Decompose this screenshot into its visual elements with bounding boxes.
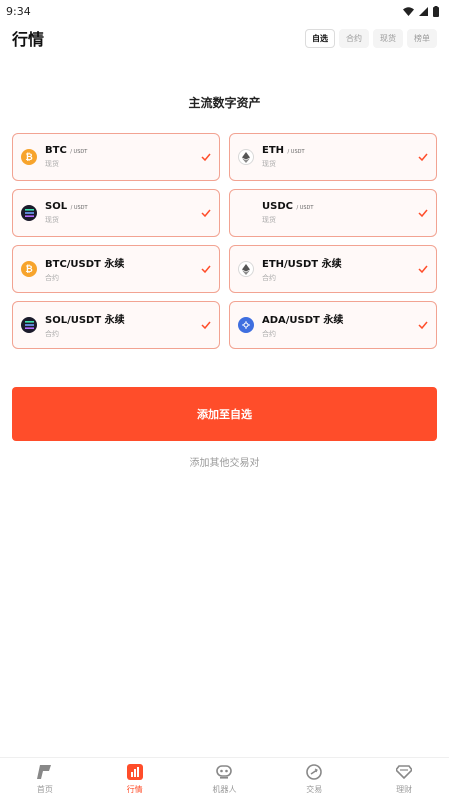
asset-name: ETH/USDT 永续 — [262, 259, 342, 270]
nav-label: 理财 — [396, 785, 413, 794]
solana-icon — [21, 205, 37, 221]
asset-card-ada-perp[interactable]: ADA/USDT 永续 合约 — [229, 301, 437, 349]
asset-name: ETH — [262, 145, 285, 156]
asset-type: 现货 — [262, 216, 276, 224]
check-icon — [201, 153, 211, 162]
header: 行情 自选 合约 现货 榜单 — [0, 24, 449, 52]
asset-card-btc-perp[interactable]: ₿ BTC/USDT 永续 合约 — [12, 245, 220, 293]
bitcoin-icon: ₿ — [21, 149, 37, 165]
asset-card-sol-perp[interactable]: SOL/USDT 永续 合约 — [12, 301, 220, 349]
home-icon — [36, 763, 54, 781]
tab-spot[interactable]: 现货 — [373, 28, 403, 48]
asset-type: 合约 — [45, 274, 59, 282]
asset-name: SOL — [45, 201, 68, 212]
section-title: 主流数字资产 — [188, 96, 261, 110]
asset-name: USDC — [262, 201, 293, 212]
check-icon — [201, 321, 211, 330]
asset-type: 现货 — [262, 160, 276, 168]
asset-card-eth[interactable]: ETH / USDT 现货 — [229, 133, 437, 181]
solana-icon — [21, 317, 37, 333]
asset-type: 现货 — [45, 160, 59, 168]
check-icon — [201, 209, 211, 218]
asset-quote: / USDT — [287, 149, 305, 155]
robot-icon — [215, 763, 233, 781]
wifi-icon — [403, 6, 414, 16]
asset-name: SOL/USDT 永续 — [45, 315, 125, 326]
market-tabs: 自选 合约 现货 榜单 — [305, 28, 437, 48]
asset-name: BTC/USDT 永续 — [45, 259, 125, 270]
add-to-watchlist-button[interactable]: 添加至自选 — [12, 387, 437, 441]
nav-label: 机器人 — [212, 785, 237, 794]
asset-card-btc[interactable]: ₿ BTC / USDT 现货 — [12, 133, 220, 181]
check-icon — [418, 321, 428, 330]
asset-card-sol[interactable]: SOL / USDT 现货 — [12, 189, 220, 237]
asset-type: 合约 — [45, 330, 59, 338]
check-icon — [418, 153, 428, 162]
battery-icon — [433, 5, 439, 17]
status-bar: 9:34 — [0, 0, 449, 22]
nav-label: 行情 — [126, 785, 143, 794]
status-icons — [403, 5, 439, 17]
bottom-nav: 首页 行情 机器人 交易 理财 — [0, 757, 449, 800]
signal-icon — [419, 6, 428, 16]
nav-label: 首页 — [36, 785, 53, 794]
asset-name: ADA/USDT 永续 — [262, 315, 344, 326]
check-icon — [418, 209, 428, 218]
check-icon — [418, 265, 428, 274]
nav-finance[interactable]: 理财 — [359, 758, 449, 800]
market-icon — [126, 763, 144, 781]
nav-label: 交易 — [306, 785, 323, 794]
check-icon — [201, 265, 211, 274]
trade-icon — [305, 763, 323, 781]
ethereum-icon — [238, 149, 254, 165]
usdc-icon — [238, 205, 254, 221]
asset-card-usdc[interactable]: USDC / USDT 现货 — [229, 189, 437, 237]
asset-type: 合约 — [262, 274, 276, 282]
asset-name: BTC — [45, 145, 67, 156]
asset-grid: ₿ BTC / USDT 现货 ETH / USDT 现货 SOL / USDT… — [12, 133, 437, 349]
bitcoin-icon: ₿ — [21, 261, 37, 277]
nav-home[interactable]: 首页 — [0, 758, 90, 800]
nav-trade[interactable]: 交易 — [269, 758, 359, 800]
tab-futures[interactable]: 合约 — [339, 28, 369, 48]
page-title: 行情 — [12, 30, 45, 49]
asset-type: 现货 — [45, 216, 59, 224]
asset-quote: / USDT — [70, 205, 88, 211]
nav-robot[interactable]: 机器人 — [180, 758, 270, 800]
finance-icon — [395, 763, 413, 781]
asset-type: 合约 — [262, 330, 276, 338]
tab-watchlist[interactable]: 自选 — [305, 28, 335, 48]
add-other-pairs-link[interactable]: 添加其他交易对 — [0, 454, 449, 469]
cardano-icon — [238, 317, 254, 333]
asset-card-eth-perp[interactable]: ETH/USDT 永续 合约 — [229, 245, 437, 293]
ethereum-icon — [238, 261, 254, 277]
nav-market[interactable]: 行情 — [90, 758, 180, 800]
tab-rankings[interactable]: 榜单 — [407, 28, 437, 48]
status-time: 9:34 — [6, 4, 31, 18]
asset-quote: / USDT — [296, 205, 314, 211]
asset-quote: / USDT — [70, 149, 88, 155]
